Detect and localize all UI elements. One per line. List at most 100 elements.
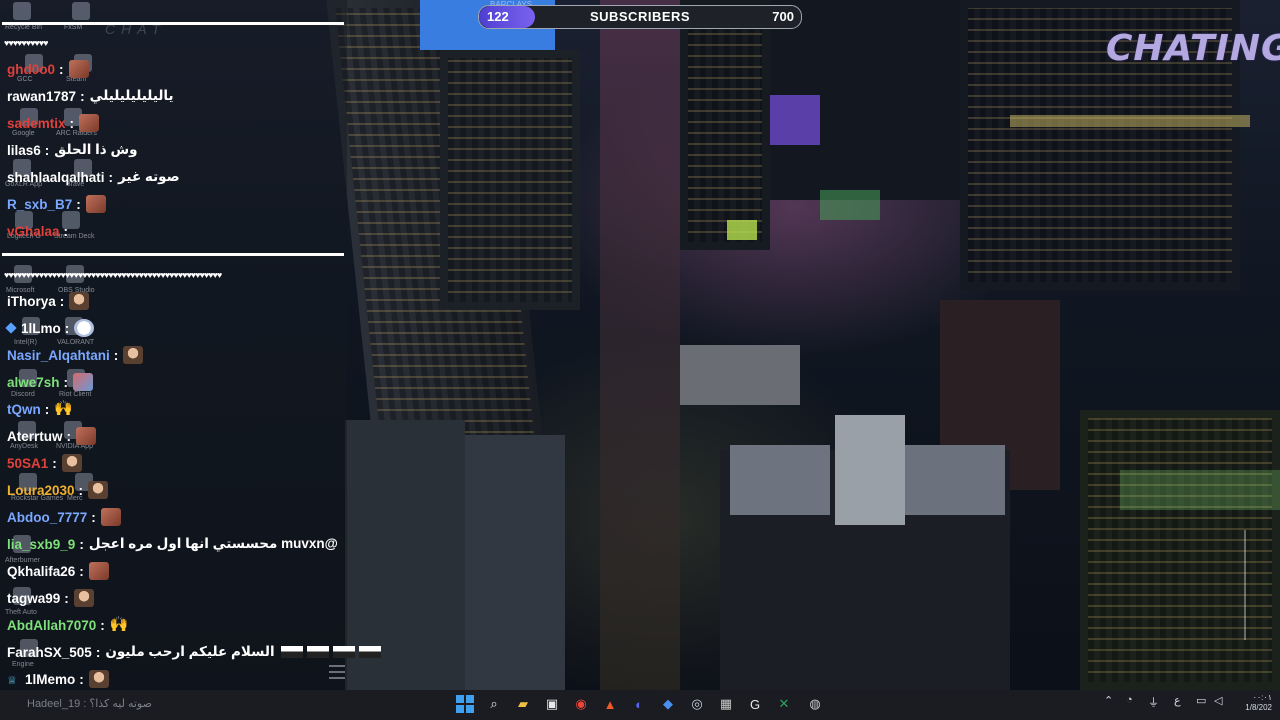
windows-start-icon[interactable] [455,694,475,714]
chat-username[interactable]: 1lLmo [21,321,61,336]
chat-message: shahlaalqalhati: صوته غير [7,166,180,188]
emote-icon [69,292,90,310]
subscriber-label: SUBSCRIBERS [589,9,691,24]
chat-username[interactable]: ghd0o0 [7,62,55,77]
emote-icon [76,427,97,445]
clock-date: 1/8/202 [1245,703,1272,712]
scroll-indicator [1244,530,1246,640]
separator: : [66,428,72,444]
building [680,0,770,250]
separator: : [79,563,84,579]
mic-icon[interactable]: ⏚ [1148,694,1159,710]
hearts-row: ♥♥♥♥♥♥♥♥♥♥♥♥♥♥♥♥♥♥♥♥♥♥♥♥♥♥♥♥♥♥♥♥♥♥♥♥♥♥♥♥… [4,270,222,280]
chat-username[interactable]: vGhalaa [7,224,60,239]
separator: : [95,644,101,660]
separator: : [69,115,75,131]
building-lights [1120,470,1280,510]
chrome-icon[interactable]: ◉ [571,694,591,714]
chat-echo: Hadeel_19 : صوته ليه كذا؟ [27,698,152,710]
brave-icon[interactable]: ▲ [600,694,620,714]
menu-lines-icon [329,665,345,683]
language-indicator[interactable]: ع [1174,694,1181,707]
desktop-icon-label: FxSM [64,24,83,31]
chat-username[interactable]: sademtix [7,116,66,131]
app-icon[interactable]: ◆ [658,694,678,714]
desktop-app-icon[interactable] [13,2,31,20]
chat-message: rawan1787: ياليليليليليلي [7,85,174,107]
volume-icon[interactable]: ◁ [1214,694,1222,707]
separator: : [76,196,81,212]
emote-icon [74,319,95,337]
game-icon[interactable]: G [745,694,765,714]
chat-username[interactable]: Qkhalifa26 [7,564,75,579]
chat-message: sademtix: [7,112,100,134]
building [440,50,580,310]
separator: : [108,169,114,185]
search-icon[interactable]: ⌕ [484,694,504,714]
tray-chevron-icon[interactable]: ⌃ [1104,694,1113,707]
subscriber-goal-bar: 122 SUBSCRIBERS 700 [478,5,802,29]
chat-message: Qkhalifa26: [7,560,109,582]
chat-message: Loura2030: [7,479,109,501]
chat-username[interactable]: shahlaalqalhati [7,170,105,185]
windows-logo [456,695,474,713]
app2-icon[interactable]: ◍ [805,694,825,714]
emote-icon: 🙌 [54,400,73,417]
obs-icon[interactable]: ▦ [716,694,736,714]
separator: : [44,401,50,417]
separator: : [59,61,64,77]
chat-username[interactable]: 1lMemo [25,672,75,687]
clock[interactable]: ٠٠:٠١ 1/8/202 [1232,693,1272,713]
chat-username[interactable]: lilas6 [7,143,41,158]
separator: : [79,671,84,687]
separator: : [63,374,69,390]
chat-username[interactable]: Loura2030 [7,483,75,498]
rooftop [680,345,800,405]
badge-icon [5,322,17,334]
store-icon[interactable]: ▣ [542,694,562,714]
chat-username[interactable]: Nasir_Alqahtani [7,348,110,363]
chat-username[interactable]: lia_sxb9_9 [7,537,75,552]
chat-username[interactable]: tagwa99 [7,591,60,606]
building-lights [1010,115,1250,127]
separator: : [100,617,105,633]
chat-username[interactable]: Aterrtuw [7,429,63,444]
network-icon[interactable]: ◔ [1126,694,1133,706]
desktop-app-icon[interactable] [72,2,90,20]
chat-message: Nasir_Alqahtani: [7,344,144,366]
file-explorer-icon[interactable]: ▰ [513,694,533,714]
chat-text: @muvxn محسستي انها اول مره اعجل [88,536,338,551]
discord-icon[interactable]: ◐ [629,694,649,714]
chat-username[interactable]: iThorya [7,294,56,309]
separator: : [80,88,85,104]
emote-icon [88,670,109,688]
excel-icon[interactable]: ✕ [774,694,794,714]
chat-username[interactable]: tQwn [7,402,41,417]
wifi-icon[interactable]: ▭ [1196,694,1206,707]
emote-icon [100,508,121,526]
emote-icon [79,114,100,132]
chat-text: صوته غير [118,169,180,184]
billboard [770,95,820,145]
hearts-row: ♥♥♥♥♥♥♥♥♥♥ [4,38,48,48]
emote-icon [61,454,82,472]
emote-icon [88,481,109,499]
street [600,0,680,690]
chat-username[interactable]: 50SA1 [7,456,48,471]
chat-username[interactable]: R_sxb_B7 [7,197,72,212]
emote-icon [123,346,144,364]
steam-icon[interactable]: ◎ [687,694,707,714]
chat-username[interactable]: alwe7sh [7,375,60,390]
chat-username[interactable]: Abdoo_7777 [7,510,87,525]
chat-message: 1lLmo: [5,317,95,339]
emote-icon [358,646,381,658]
chat-username[interactable]: rawan1787 [7,89,76,104]
separator: : [78,482,84,498]
brand-title: CHATING [1106,28,1280,69]
separator: : [64,590,69,606]
chat-username[interactable]: AbdAllah7070 [7,618,96,633]
chat-message: FarahSX_505: السلام عليكم ارحب مليون [7,641,381,663]
separator: : [79,536,84,552]
chat-message: iThorya: [7,290,90,312]
chat-username[interactable]: FarahSX_505 [7,645,92,660]
